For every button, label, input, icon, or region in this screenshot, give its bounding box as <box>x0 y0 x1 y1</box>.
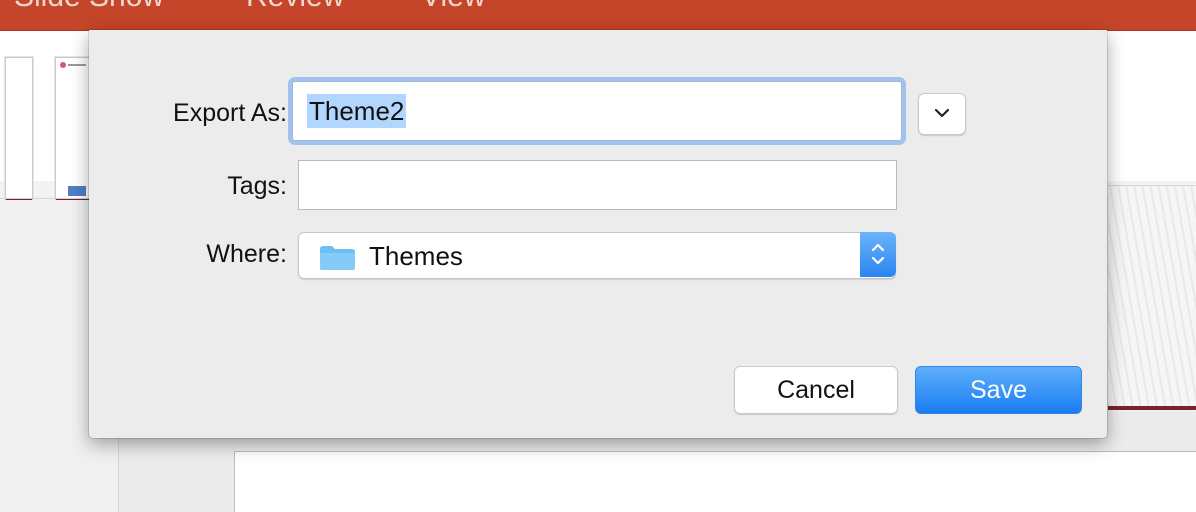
where-value: Themes <box>369 241 463 271</box>
where-label: Where: <box>206 240 287 268</box>
export-theme-dialog: Export As: Theme2 Tags: Where: Themes Ca… <box>89 30 1107 438</box>
tags-field[interactable] <box>298 160 897 210</box>
up-down-chevron-icon <box>871 243 885 265</box>
slide-thumbnail[interactable] <box>55 57 93 205</box>
slide-preview <box>1108 185 1196 411</box>
tab-view[interactable]: View <box>421 0 485 12</box>
export-as-field[interactable]: Theme2 <box>292 81 902 141</box>
ribbon-bar: Slide Show Review View <box>0 0 1196 31</box>
export-as-value[interactable]: Theme2 <box>307 94 407 128</box>
tags-label: Tags: <box>227 172 287 200</box>
tab-review[interactable]: Review <box>246 0 344 12</box>
cancel-button[interactable]: Cancel <box>734 366 898 414</box>
slide-thumbnail[interactable] <box>5 57 33 205</box>
where-stepper[interactable] <box>860 232 896 277</box>
where-select[interactable]: Themes <box>298 232 896 279</box>
folder-icon <box>320 246 355 270</box>
powerpoint-window: Slide Show Review View Export As: Theme2… <box>0 0 1196 512</box>
chevron-down-icon <box>934 108 950 118</box>
expand-dialog-button[interactable] <box>918 93 966 135</box>
tab-slide-show[interactable]: Slide Show <box>14 0 164 12</box>
slide-editing-area[interactable] <box>234 451 1196 512</box>
export-as-label: Export As: <box>173 99 287 127</box>
save-button[interactable]: Save <box>915 366 1082 414</box>
logo-icon <box>60 62 88 70</box>
